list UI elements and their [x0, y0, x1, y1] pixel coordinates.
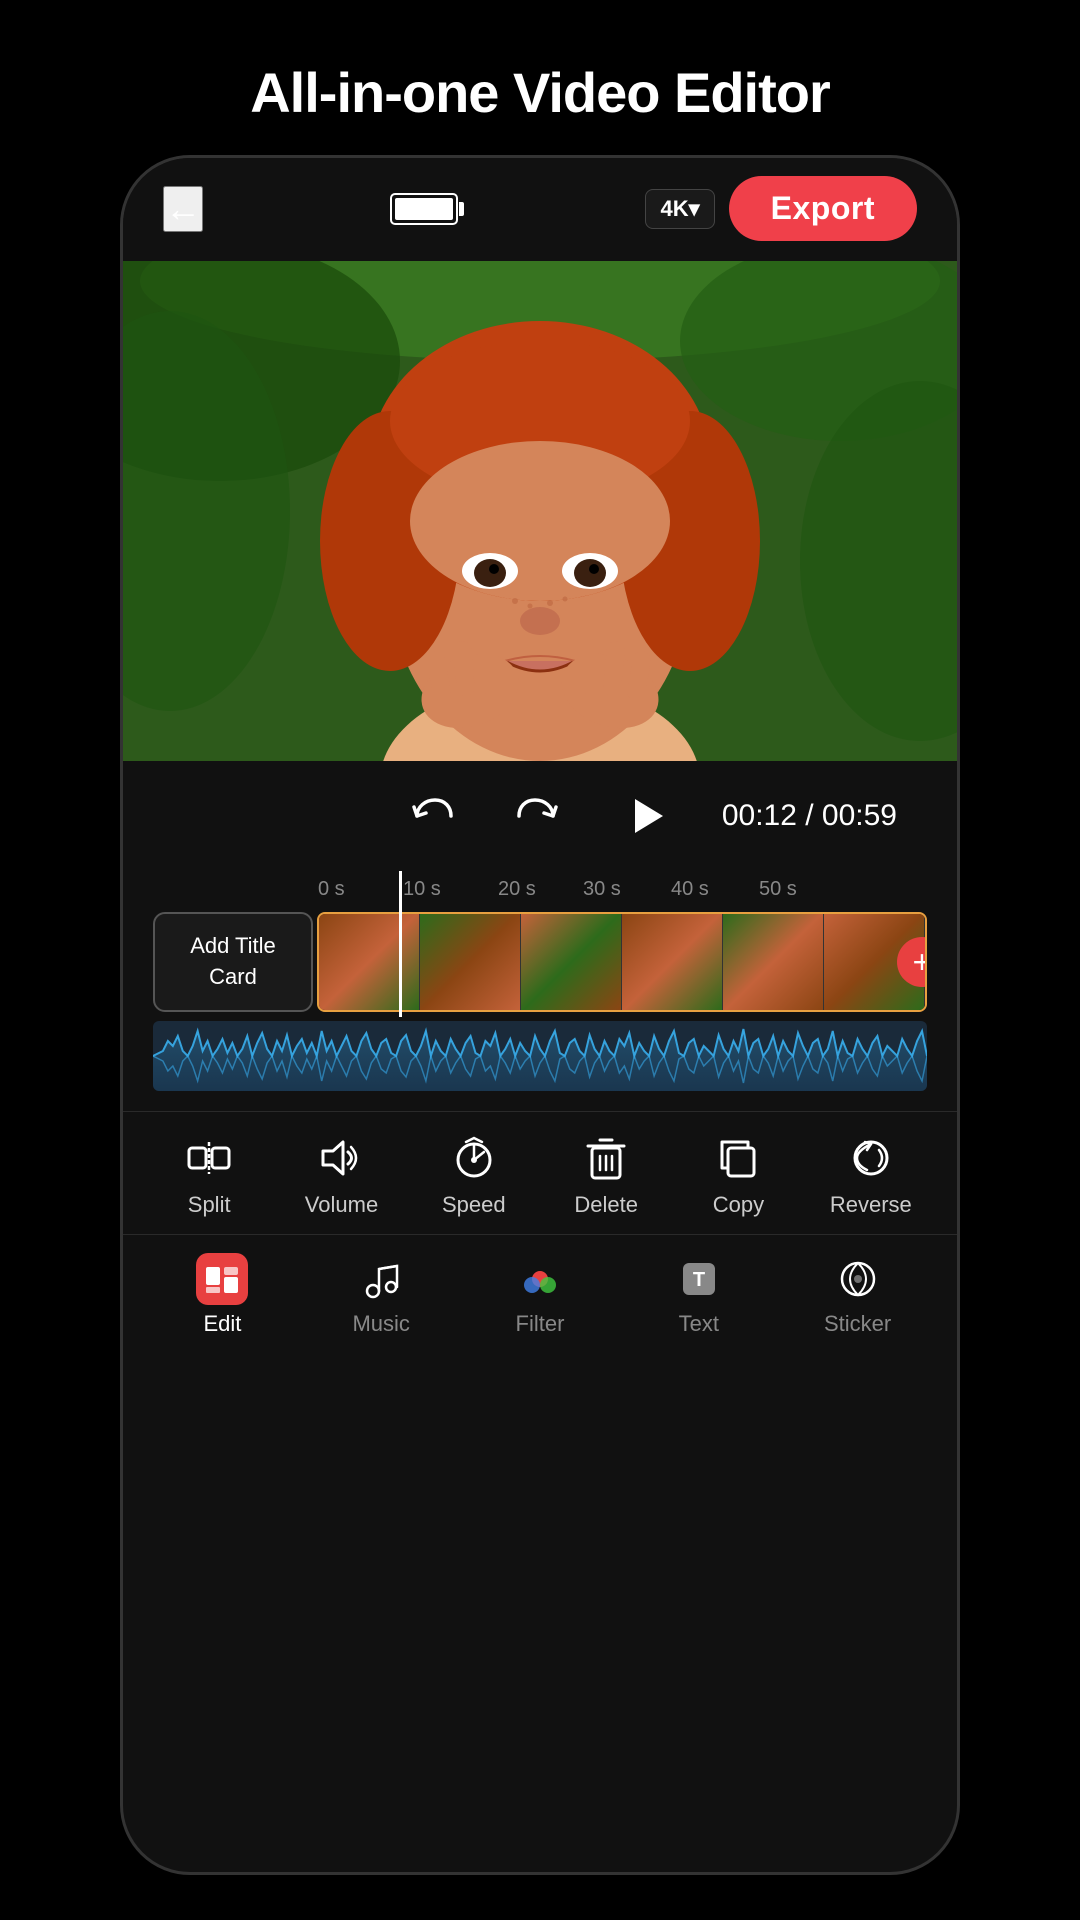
volume-icon	[315, 1132, 367, 1184]
video-preview	[123, 261, 957, 761]
timeline-area: 0 s 10 s 20 s 30 s 40 s 50 s Add Title C…	[123, 871, 957, 1111]
video-frame-4	[622, 914, 723, 1010]
speed-icon	[448, 1132, 500, 1184]
play-button[interactable]	[621, 791, 671, 841]
ruler-mark-30s: 30 s	[583, 878, 621, 901]
volume-tool[interactable]: Volume	[275, 1132, 407, 1218]
page-title: All-in-one Video Editor	[0, 0, 1080, 125]
split-label: Split	[188, 1192, 231, 1218]
quality-badge[interactable]: 4K▾	[645, 189, 714, 229]
timeline-track: Add Title Card +	[123, 907, 957, 1017]
video-frame-svg	[123, 261, 957, 761]
video-strip[interactable]: +	[317, 912, 927, 1012]
ruler-mark-0s: 0 s	[318, 878, 345, 901]
back-button[interactable]: ←	[163, 186, 203, 232]
playhead-line	[399, 871, 402, 1017]
timeline-ruler: 0 s 10 s 20 s 30 s 40 s 50 s	[123, 871, 957, 907]
sticker-nav-label: Sticker	[824, 1311, 891, 1337]
waveform-svg	[153, 1021, 927, 1091]
edit-nav-label: Edit	[203, 1311, 241, 1337]
ruler-mark-10s: 10 s	[403, 878, 441, 901]
volume-label: Volume	[305, 1192, 378, 1218]
music-icon	[355, 1253, 407, 1305]
status-bar-right: 4K▾ Export	[645, 176, 917, 241]
video-frame-5	[723, 914, 824, 1010]
ruler-mark-40s: 40 s	[671, 878, 709, 901]
nav-item-edit[interactable]: Edit	[143, 1253, 302, 1337]
nav-item-filter[interactable]: Filter	[461, 1253, 620, 1337]
copy-label: Copy	[713, 1192, 764, 1218]
toolbar: Split Volume	[123, 1111, 957, 1234]
reverse-label: Reverse	[830, 1192, 912, 1218]
reverse-icon	[845, 1132, 897, 1184]
delete-label: Delete	[574, 1192, 638, 1218]
reverse-tool[interactable]: Reverse	[805, 1132, 937, 1218]
status-bar: ← 4K▾ Export	[123, 158, 957, 251]
ruler-mark-50s: 50 s	[759, 878, 797, 901]
filter-icon	[514, 1253, 566, 1305]
speed-tool[interactable]: Speed	[408, 1132, 540, 1218]
music-nav-label: Music	[352, 1311, 409, 1337]
text-icon: T	[673, 1253, 725, 1305]
text-nav-label: Text	[679, 1311, 719, 1337]
nav-item-sticker[interactable]: Sticker	[778, 1253, 937, 1337]
export-button[interactable]: Export	[729, 176, 917, 241]
battery-icon	[390, 193, 458, 225]
battery-container	[390, 193, 458, 225]
video-frame-3	[521, 914, 622, 1010]
speed-label: Speed	[442, 1192, 506, 1218]
undo-button[interactable]	[409, 793, 455, 839]
copy-tool[interactable]: Copy	[672, 1132, 804, 1218]
edit-icon	[196, 1253, 248, 1305]
ruler-mark-20s: 20 s	[498, 878, 536, 901]
nav-item-music[interactable]: Music	[302, 1253, 461, 1337]
copy-icon	[712, 1132, 764, 1184]
time-display: 00:12 / 00:59	[722, 799, 897, 833]
phone-frame: ← 4K▾ Export	[120, 155, 960, 1875]
video-frame-1	[319, 914, 420, 1010]
svg-text:T: T	[693, 1269, 705, 1291]
split-tool[interactable]: Split	[143, 1132, 275, 1218]
filter-nav-label: Filter	[516, 1311, 565, 1337]
battery-fill	[395, 198, 453, 220]
audio-waveform	[153, 1021, 927, 1091]
sticker-icon	[832, 1253, 884, 1305]
status-bar-left: ←	[163, 186, 203, 232]
delete-tool[interactable]: Delete	[540, 1132, 672, 1218]
nav-item-text[interactable]: T Text	[619, 1253, 778, 1337]
add-title-card-button[interactable]: Add Title Card	[153, 912, 313, 1012]
bottom-nav: Edit Music Filt	[123, 1234, 957, 1367]
playback-controls: 00:12 / 00:59	[123, 761, 957, 871]
video-frame-2	[420, 914, 521, 1010]
split-icon	[183, 1132, 235, 1184]
delete-icon	[580, 1132, 632, 1184]
redo-button[interactable]	[515, 793, 561, 839]
